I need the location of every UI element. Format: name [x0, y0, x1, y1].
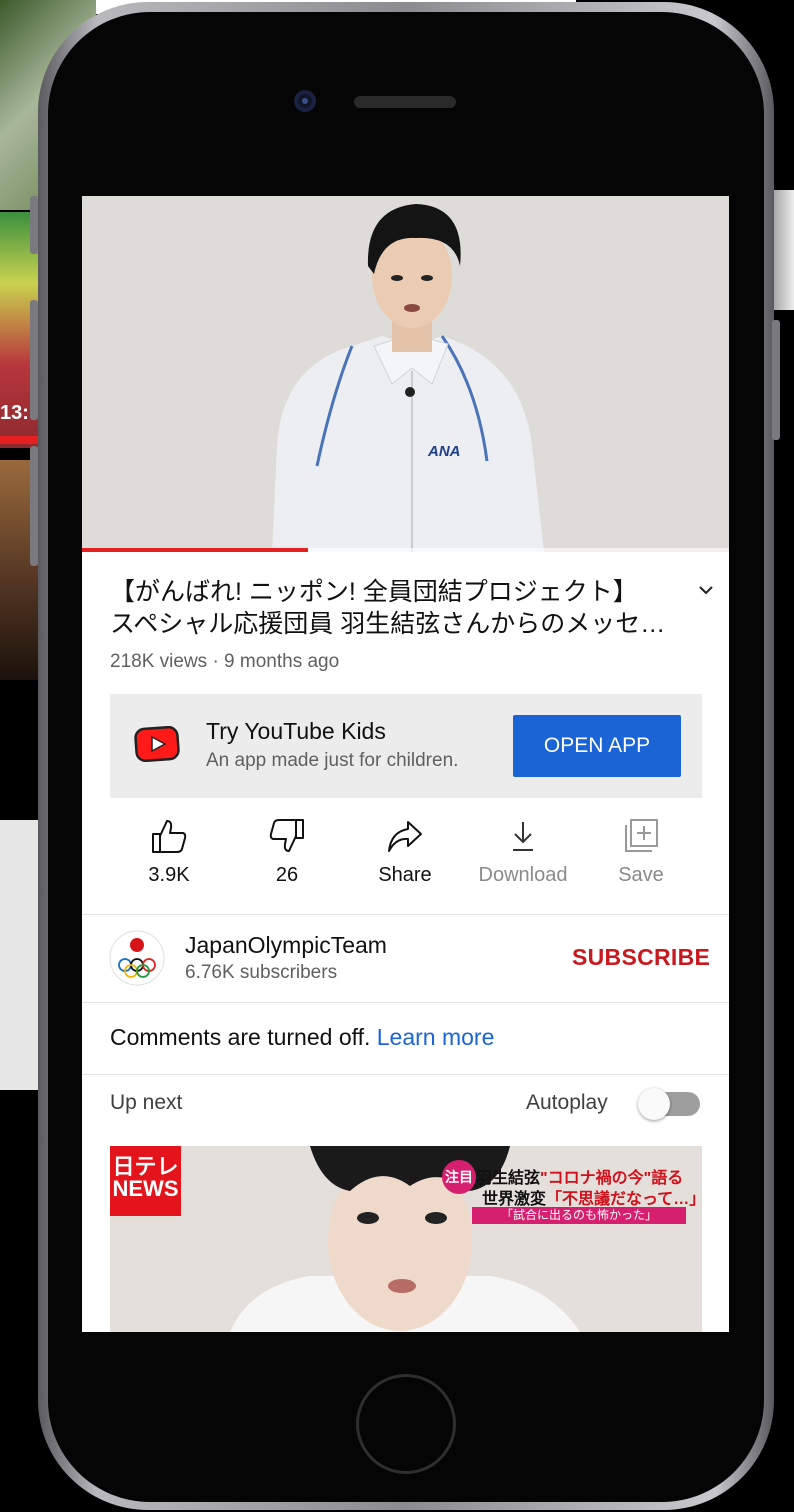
comments-status: Comments are turned off. Learn more	[110, 1024, 494, 1051]
front-camera-icon	[294, 90, 316, 112]
autoplay-toggle[interactable]	[638, 1088, 702, 1120]
ntv-news-logo: 日テレ NEWS	[110, 1146, 181, 1216]
save-button[interactable]: Save	[582, 818, 700, 887]
next-video-thumbnail[interactable]: 日テレ NEWS 注目 羽生結弦"コロナ禍の今"語る 世界激変「不思議だなって……	[110, 1146, 702, 1332]
divider	[82, 914, 729, 915]
video-title-line-2: スペシャル応援団員 羽生結弦さんからのメッセ…	[110, 610, 666, 638]
comments-off-text: Comments are turned off.	[110, 1024, 371, 1050]
dislike-button[interactable]: 26	[228, 818, 346, 887]
up-next-label: Up next	[110, 1091, 183, 1114]
channel-avatar[interactable]	[108, 930, 166, 986]
ntv-news-logo-line2: NEWS	[112, 1176, 179, 1201]
download-label: Download	[478, 864, 568, 886]
video-actions: 3.9K 26 Share Download Save	[110, 818, 702, 898]
like-count: 3.9K	[148, 864, 190, 886]
open-app-button[interactable]: OPEN APP	[513, 715, 681, 777]
video-title: 【がんばれ! ニッポン! 全員団結プロジェクト】 スペシャル応援団員 羽生結弦さ…	[110, 576, 680, 640]
video-progress-fill	[82, 548, 309, 552]
phone-screen: ANA 【がんばれ! ニッポン! 全員団結プロジェクト】 スペシャル応援団員 羽…	[82, 196, 729, 1332]
share-icon	[388, 821, 422, 852]
channel-name[interactable]: JapanOlympicTeam	[185, 932, 387, 959]
background-thumb-progress	[0, 436, 40, 444]
background-thumb-time: 13:	[0, 402, 29, 424]
divider	[82, 1074, 729, 1075]
autoplay-label: Autoplay	[526, 1091, 608, 1114]
like-button[interactable]: 3.9K	[110, 818, 228, 887]
home-button[interactable]	[356, 1374, 456, 1474]
caption-line-2: 世界激変「不思議だなって…」	[482, 1185, 702, 1209]
phone-mute-switch	[30, 196, 38, 254]
phone-volume-up	[30, 300, 38, 420]
share-label: Share	[378, 864, 432, 886]
youtube-kids-promo: Try YouTube Kids An app made just for ch…	[110, 694, 702, 798]
download-icon	[513, 822, 533, 851]
video-meta: 218K views · 9 months ago	[110, 651, 340, 672]
share-button[interactable]: Share	[346, 818, 464, 887]
autoplay-toggle-knob	[638, 1088, 670, 1120]
promo-title: Try YouTube Kids	[206, 718, 386, 744]
video-progress-track[interactable]	[82, 548, 729, 552]
jacket-logo: ANA	[428, 443, 461, 460]
thumbs-down-icon	[269, 819, 304, 852]
add-to-playlist-icon	[625, 819, 658, 852]
caption-badge: 注目	[442, 1160, 476, 1194]
video-frame-person	[82, 196, 729, 552]
caption-line-2a: 世界激変	[482, 1191, 547, 1208]
background-panel	[0, 820, 40, 1090]
learn-more-link[interactable]: Learn more	[377, 1024, 495, 1050]
news-caption: 注目 羽生結弦"コロナ禍の今"語る 世界激変「不思議だなって…」 「試合に出るの…	[442, 1160, 702, 1226]
video-title-line-1: 【がんばれ! ニッポン! 全員団結プロジェクト】	[110, 578, 638, 606]
chevron-down-icon[interactable]	[694, 578, 718, 602]
phone-volume-down	[30, 446, 38, 566]
caption-line-3: 「試合に出るのも怖かった」	[472, 1207, 686, 1224]
thumbs-up-icon	[152, 820, 187, 853]
phone-power-button	[772, 320, 780, 440]
subscribe-button[interactable]: SUBSCRIBE	[572, 944, 710, 971]
earpiece-speaker	[354, 96, 456, 108]
download-button[interactable]: Download	[464, 818, 582, 887]
video-player[interactable]: ANA	[82, 196, 729, 552]
divider	[82, 1002, 729, 1003]
channel-subscribers: 6.76K subscribers	[185, 962, 338, 983]
youtube-kids-play-icon	[134, 726, 180, 762]
dislike-count: 26	[275, 864, 299, 886]
save-label: Save	[618, 864, 664, 886]
caption-line-2b: 「不思議だなって…」	[546, 1191, 702, 1208]
promo-subtitle: An app made just for children.	[206, 750, 459, 771]
